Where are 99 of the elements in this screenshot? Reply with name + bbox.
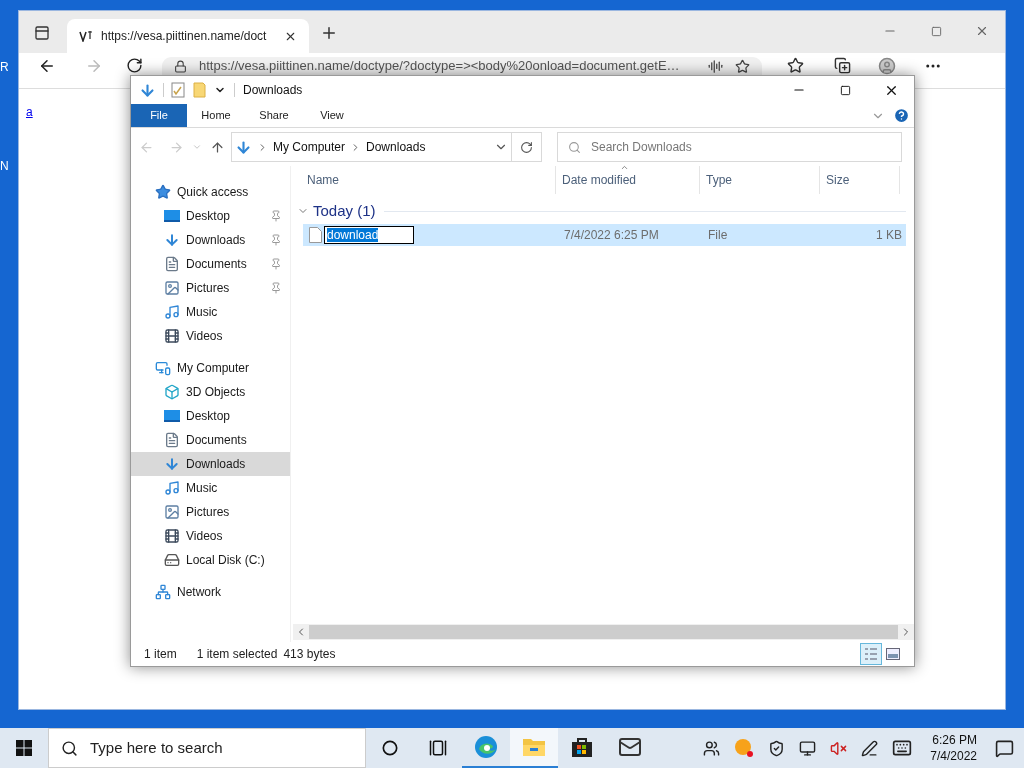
down-arrow-icon xyxy=(164,232,180,248)
checklist-icon[interactable] xyxy=(171,82,185,98)
column-header[interactable]: Size xyxy=(820,166,900,194)
nav-item[interactable]: 3D Objects xyxy=(131,380,290,404)
horizontal-scrollbar[interactable] xyxy=(293,624,914,640)
favorites-icon[interactable] xyxy=(786,57,804,74)
selection-size: 413 bytes xyxy=(283,646,336,663)
nav-item[interactable]: Documents xyxy=(131,252,290,276)
search-icon xyxy=(61,739,78,757)
profile-avatar-icon[interactable] xyxy=(878,57,896,75)
taskbar-search-field[interactable]: Type here to search xyxy=(48,728,366,768)
nav-item[interactable]: Desktop xyxy=(131,204,290,228)
down-arrow-icon xyxy=(164,456,180,472)
nav-item[interactable]: Videos xyxy=(131,524,290,548)
music-note-icon xyxy=(164,480,180,496)
new-tab-icon[interactable] xyxy=(320,24,338,42)
lock-icon xyxy=(174,59,187,73)
file-row[interactable]: download 7/4/2022 6:25 PM File 1 KB xyxy=(303,224,906,246)
column-header[interactable]: Name xyxy=(301,166,556,194)
desktop-icon-label: R xyxy=(0,59,9,76)
address-bar[interactable]: https://vesa.piittinen.name/doctype/?doctype=><body%20onload=document.getE… xyxy=(162,57,762,75)
item-count: 1 item xyxy=(144,646,177,663)
search-icon xyxy=(568,140,581,154)
date-cell-text: 7/4/2022 6:25 PM xyxy=(563,227,660,244)
cube-icon xyxy=(164,384,180,400)
nav-item[interactable]: Videos xyxy=(131,324,290,348)
tray-app-icon[interactable] xyxy=(734,738,755,758)
tab-title: https://vesa.piittinen.name/doct xyxy=(101,28,268,45)
site-favicon xyxy=(79,30,93,42)
type-cell-text: File xyxy=(707,227,729,244)
task-view-icon[interactable] xyxy=(429,739,447,757)
nav-item[interactable]: Quick access xyxy=(131,180,290,204)
notifications-icon[interactable] xyxy=(995,738,1014,758)
pen-icon[interactable] xyxy=(861,739,879,757)
browser-tab[interactable]: https://vesa.piittinen.name/doct xyxy=(67,19,309,53)
breadcrumb-item[interactable]: Downloads xyxy=(366,138,426,156)
window-title: Downloads xyxy=(243,82,303,99)
edge-icon xyxy=(474,735,498,759)
image-thumbnail-icon xyxy=(886,648,900,660)
nav-item[interactable]: Music xyxy=(131,300,290,324)
ribbon-tab[interactable]: Home xyxy=(187,104,245,127)
collections-icon[interactable] xyxy=(833,57,851,74)
nav-item[interactable]: Music xyxy=(131,476,290,500)
shopping-bag-icon xyxy=(571,736,593,758)
clock[interactable]: 6:26 PM 7/4/2022 xyxy=(926,732,981,764)
refresh-icon[interactable] xyxy=(125,57,143,74)
film-icon xyxy=(164,328,180,344)
ribbon-tab[interactable]: View xyxy=(303,104,361,127)
picture-icon xyxy=(164,504,180,520)
favorite-star-icon[interactable] xyxy=(735,58,750,74)
nav-item[interactable]: Network xyxy=(131,580,290,604)
computer-icon xyxy=(155,360,171,376)
nav-item[interactable]: Local Disk (C:) xyxy=(131,548,290,572)
nav-item[interactable]: Documents xyxy=(131,428,290,452)
nav-item[interactable]: Downloads xyxy=(131,452,290,476)
cortana-icon[interactable] xyxy=(382,740,398,756)
film-icon xyxy=(164,528,180,544)
selection-count: 1 item selected xyxy=(196,646,278,663)
picture-icon xyxy=(164,280,180,296)
nav-item[interactable]: My Computer xyxy=(131,356,290,380)
monitor-icon xyxy=(164,209,180,223)
people-icon[interactable] xyxy=(703,739,721,757)
desktop-icon-label: N xyxy=(0,158,9,175)
document-icon xyxy=(164,256,180,272)
keyboard-icon[interactable] xyxy=(892,738,913,758)
volume-muted-icon[interactable] xyxy=(830,739,848,757)
group-header: Today (1) xyxy=(313,200,376,221)
refresh-button[interactable] xyxy=(512,132,542,162)
page-link[interactable]: a xyxy=(26,105,33,119)
nav-item[interactable]: Desktop xyxy=(131,404,290,428)
details-list-icon xyxy=(864,647,878,661)
folder-icon xyxy=(522,736,546,758)
tab-actions-icon[interactable] xyxy=(34,25,50,41)
down-arrow-icon xyxy=(235,138,252,156)
file-icon xyxy=(309,227,322,243)
size-cell-text: 1 KB xyxy=(875,227,903,244)
star-icon xyxy=(155,184,171,200)
column-header[interactable]: Date modified xyxy=(556,166,700,194)
file-menu-button[interactable]: File xyxy=(131,104,187,127)
maximize-icon[interactable] xyxy=(839,84,851,96)
breadcrumb-item[interactable]: My Computer xyxy=(273,138,346,156)
nav-item[interactable]: Pictures xyxy=(131,276,290,300)
music-note-icon xyxy=(164,304,180,320)
shield-icon[interactable] xyxy=(768,739,786,757)
refresh-icon xyxy=(520,140,533,154)
windows-logo-icon[interactable] xyxy=(16,740,32,756)
document-icon xyxy=(164,432,180,448)
nav-item[interactable]: Pictures xyxy=(131,500,290,524)
nav-item[interactable]: Downloads xyxy=(131,228,290,252)
monitor-icon xyxy=(164,409,180,423)
ribbon-tab[interactable]: Share xyxy=(245,104,303,127)
envelope-icon xyxy=(618,735,642,759)
drive-icon xyxy=(164,552,180,568)
search-field[interactable]: Search Downloads xyxy=(557,132,902,162)
rename-field[interactable]: download xyxy=(324,226,414,244)
address-bar[interactable]: My Computer Downloads xyxy=(231,132,512,162)
column-header[interactable]: Type xyxy=(700,166,820,194)
up-icon[interactable] xyxy=(210,139,225,155)
help-icon[interactable] xyxy=(893,107,910,124)
